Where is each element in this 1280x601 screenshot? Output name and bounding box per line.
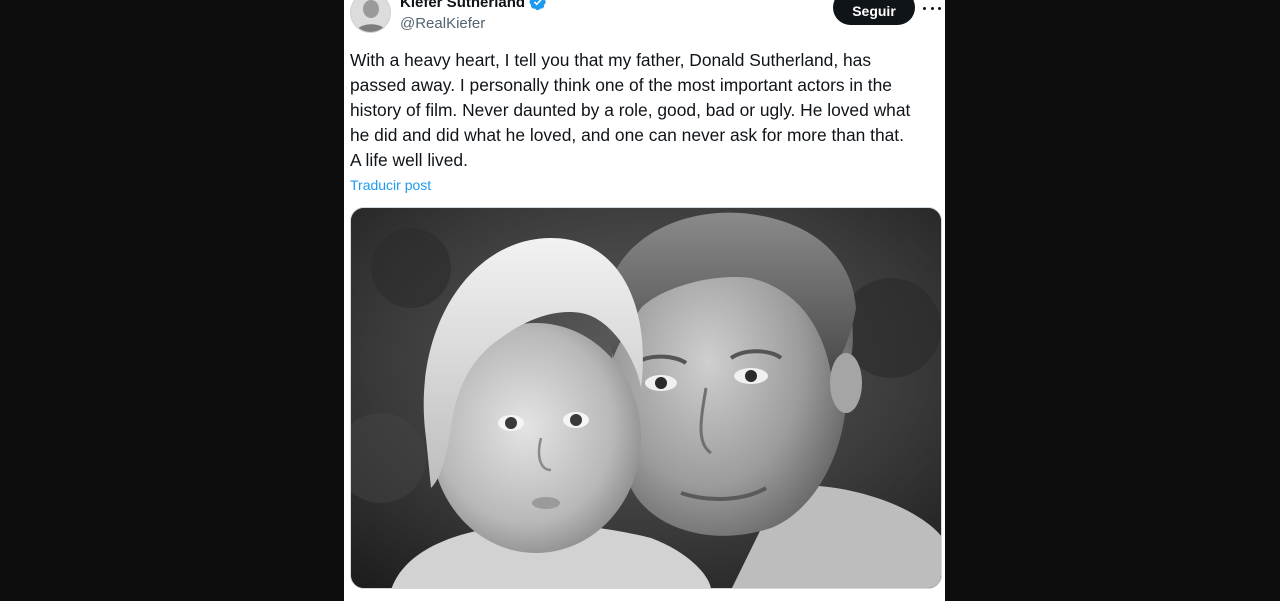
author-name[interactable]: Kiefer Sutherland	[400, 0, 547, 11]
author-avatar[interactable]	[350, 0, 391, 33]
follow-button[interactable]: Seguir	[833, 0, 915, 25]
post-text: With a heavy heart, I tell you that my f…	[350, 50, 911, 170]
more-horizontal-icon[interactable]	[923, 0, 941, 16]
author-handle[interactable]: @RealKiefer	[400, 15, 485, 32]
post-photo-image	[351, 208, 941, 588]
author-name-text: Kiefer Sutherland	[400, 0, 526, 11]
translate-post-link[interactable]: Traducir post	[350, 177, 431, 193]
post-card: Kiefer Sutherland @RealKiefer Seguir Wit…	[344, 0, 945, 601]
verified-badge-icon	[529, 0, 547, 11]
post-photo[interactable]	[350, 207, 942, 589]
